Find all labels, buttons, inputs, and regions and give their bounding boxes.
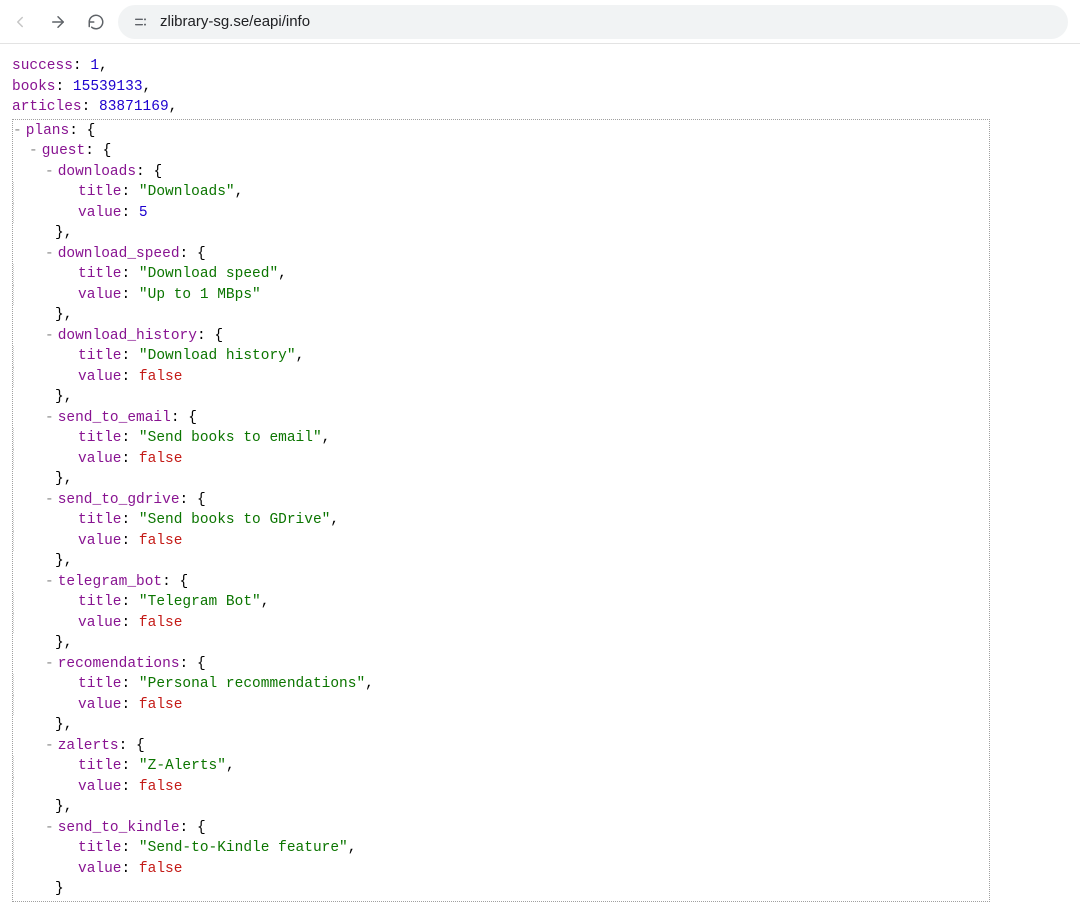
json-row: value: false xyxy=(13,859,987,880)
collapse-toggle[interactable]: - xyxy=(45,328,58,344)
json-row: } xyxy=(13,879,987,900)
collapse-toggle[interactable]: - xyxy=(45,246,58,262)
url-text: zlibrary-sg.se/eapi/info xyxy=(160,13,310,30)
json-row: title: "Telegram Bot", xyxy=(13,592,987,613)
json-row: value: false xyxy=(13,613,987,634)
json-row: }, xyxy=(13,797,987,818)
json-row: title: "Send books to GDrive", xyxy=(13,510,987,531)
collapse-toggle[interactable]: - xyxy=(45,738,58,754)
json-row: }, xyxy=(13,551,987,572)
json-row: }, xyxy=(13,305,987,326)
collapse-toggle[interactable]: - xyxy=(29,143,42,159)
json-row: value: false xyxy=(13,531,987,552)
json-row: -download_history: { xyxy=(13,326,987,347)
json-row: -zalerts: { xyxy=(13,736,987,757)
json-row: title: "Personal recommendations", xyxy=(13,674,987,695)
json-row: -guest: { xyxy=(13,141,987,162)
collapse-toggle[interactable]: - xyxy=(45,820,58,836)
collapse-toggle[interactable]: - xyxy=(13,123,26,139)
forward-button[interactable] xyxy=(42,6,74,38)
collapse-toggle[interactable]: - xyxy=(45,164,58,180)
collapse-toggle[interactable]: - xyxy=(45,410,58,426)
json-row: -downloads: { xyxy=(13,162,987,183)
json-row: value: "Up to 1 MBps" xyxy=(13,285,987,306)
json-row: }, xyxy=(13,387,987,408)
back-button[interactable] xyxy=(4,6,36,38)
json-row: value: false xyxy=(13,449,987,470)
view-site-info-icon[interactable] xyxy=(132,15,150,29)
json-row: }, xyxy=(13,715,987,736)
json-row: books: 15539133, xyxy=(12,77,1068,98)
json-row: -recomendations: { xyxy=(13,654,987,675)
json-row: }, xyxy=(13,469,987,490)
json-row: -download_speed: { xyxy=(13,244,987,265)
json-row: -send_to_gdrive: { xyxy=(13,490,987,511)
json-row: articles: 83871169, xyxy=(12,97,1068,118)
json-row: -plans: { xyxy=(13,121,987,142)
json-row: value: false xyxy=(13,695,987,716)
json-row: }, xyxy=(13,633,987,654)
json-row: success: 1, xyxy=(12,56,1068,77)
collapse-toggle[interactable]: - xyxy=(45,656,58,672)
json-row: -send_to_kindle: { xyxy=(13,818,987,839)
json-row: title: "Send books to email", xyxy=(13,428,987,449)
json-row: title: "Downloads", xyxy=(13,182,987,203)
json-row: value: false xyxy=(13,777,987,798)
json-row: title: "Z-Alerts", xyxy=(13,756,987,777)
address-bar[interactable]: zlibrary-sg.se/eapi/info xyxy=(118,5,1068,39)
json-row: title: "Download speed", xyxy=(13,264,987,285)
json-row: -send_to_email: { xyxy=(13,408,987,429)
json-row: -telegram_bot: { xyxy=(13,572,987,593)
json-row: title: "Download history", xyxy=(13,346,987,367)
json-row: value: 5 xyxy=(13,203,987,224)
collapse-toggle[interactable]: - xyxy=(45,492,58,508)
json-object-plans: -plans: {-guest: {-downloads: {title: "D… xyxy=(12,119,990,902)
json-viewer: success: 1,books: 15539133,articles: 838… xyxy=(0,44,1080,902)
json-row: value: false xyxy=(13,367,987,388)
collapse-toggle[interactable]: - xyxy=(45,574,58,590)
browser-toolbar: zlibrary-sg.se/eapi/info xyxy=(0,0,1080,44)
json-row: }, xyxy=(13,223,987,244)
json-row: title: "Send-to-Kindle feature", xyxy=(13,838,987,859)
reload-button[interactable] xyxy=(80,6,112,38)
